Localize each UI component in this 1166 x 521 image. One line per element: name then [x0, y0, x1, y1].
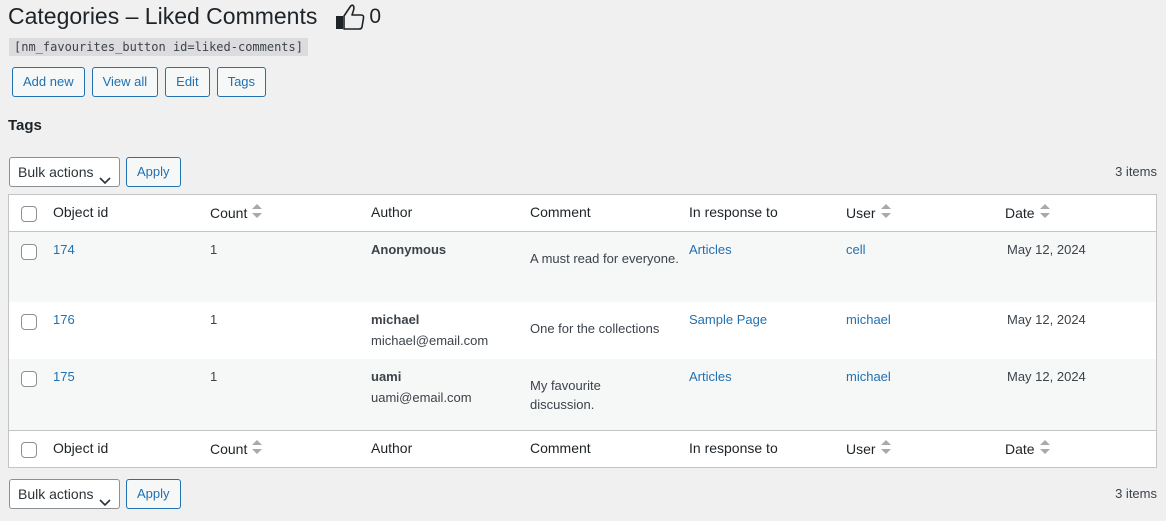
items-count: 3 items — [1115, 486, 1157, 501]
row-checkbox[interactable] — [21, 371, 37, 387]
bulk-actions-select[interactable]: Bulk actions — [9, 479, 120, 509]
date-value: May 12, 2024 — [1007, 369, 1086, 384]
select-all-checkbox[interactable] — [21, 442, 37, 458]
column-object-id: Object id — [53, 204, 109, 220]
apply-button[interactable]: Apply — [126, 479, 181, 509]
column-in-response-to: In response to — [689, 440, 778, 456]
chevron-down-icon — [99, 489, 111, 517]
author-cell: michael michael@email.com — [371, 312, 488, 348]
column-date-sort[interactable]: Date — [1005, 204, 1050, 221]
object-id-link[interactable]: 175 — [53, 369, 75, 384]
table-row: 174 1 Anonymous A must read for everyone… — [9, 232, 1156, 302]
author-cell: uami uami@email.com — [371, 369, 472, 405]
in-response-to-link[interactable]: Sample Page — [689, 312, 767, 327]
sort-icon — [1039, 440, 1050, 457]
in-response-to-link[interactable]: Articles — [689, 242, 732, 257]
bulk-actions-label: Bulk actions — [18, 486, 94, 502]
count-value: 1 — [210, 369, 218, 384]
items-count: 3 items — [1115, 164, 1157, 179]
row-checkbox[interactable] — [21, 314, 37, 330]
like-button[interactable] — [335, 3, 365, 30]
author-cell: Anonymous — [371, 242, 446, 257]
sort-icon — [880, 440, 891, 457]
column-date-sort[interactable]: Date — [1005, 440, 1050, 457]
comment-text: One for the collections — [530, 321, 660, 336]
author-email: uami@email.com — [371, 390, 472, 405]
column-count-sort[interactable]: Count — [210, 440, 263, 457]
column-date-label: Date — [1005, 440, 1035, 457]
sort-icon — [880, 204, 891, 221]
author-name: uami — [371, 369, 402, 384]
comments-table: Object id Count Author Comment In respon… — [8, 194, 1157, 468]
user-link[interactable]: cell — [846, 242, 866, 257]
like-count: 0 — [369, 5, 382, 28]
column-user-label: User — [846, 204, 876, 221]
sort-icon — [1039, 204, 1050, 221]
column-date-label: Date — [1005, 204, 1035, 221]
date-value: May 12, 2024 — [1007, 312, 1086, 327]
section-title: Tags — [8, 117, 42, 134]
column-comment: Comment — [530, 204, 591, 220]
in-response-to-link[interactable]: Articles — [689, 369, 732, 384]
row-checkbox[interactable] — [21, 244, 37, 260]
comment-text: A must read for everyone. — [530, 251, 679, 266]
column-comment: Comment — [530, 440, 591, 456]
tablenav-bottom: Bulk actions Apply 3 items — [9, 479, 1157, 509]
select-all-checkbox[interactable] — [21, 206, 37, 222]
sort-icon — [252, 440, 263, 457]
column-user-label: User — [846, 440, 876, 457]
action-buttons: Add new View all Edit Tags — [12, 67, 267, 97]
thumbs-up-icon — [335, 3, 365, 30]
tags-button[interactable]: Tags — [216, 67, 267, 97]
sort-icon — [252, 204, 263, 221]
column-author: Author — [371, 204, 413, 220]
column-in-response-to: In response to — [689, 204, 778, 220]
author-name: Anonymous — [371, 242, 447, 257]
page-header: Categories – Liked Comments 0 — [8, 2, 381, 31]
comment-text: My favourite discussion. — [530, 378, 601, 412]
table-footer: Object id Count Author Comment In respon… — [9, 430, 1156, 467]
table-header: Object id Count Author Comment In respon… — [9, 195, 1156, 232]
object-id-link[interactable]: 176 — [53, 312, 75, 327]
edit-button[interactable]: Edit — [165, 67, 210, 97]
table-row: 176 1 michael michael@email.com One for … — [9, 302, 1156, 359]
column-count-sort[interactable]: Count — [210, 204, 263, 221]
page: Categories – Liked Comments 0 [nm_favour… — [0, 0, 1166, 521]
column-count-label: Count — [210, 440, 248, 457]
date-value: May 12, 2024 — [1007, 242, 1086, 257]
chevron-down-icon — [99, 167, 111, 195]
shortcode: [nm_favourites_button id=liked-comments] — [9, 38, 308, 56]
page-title: Categories – Liked Comments — [8, 3, 318, 29]
bulk-actions-label: Bulk actions — [18, 164, 94, 180]
add-new-button[interactable]: Add new — [12, 67, 85, 97]
column-user-sort[interactable]: User — [846, 440, 891, 457]
column-object-id: Object id — [53, 440, 109, 456]
user-link[interactable]: michael — [846, 369, 891, 384]
count-value: 1 — [210, 242, 218, 257]
column-author: Author — [371, 440, 413, 456]
table-row: 175 1 uami uami@email.com My favourite d… — [9, 359, 1156, 430]
bulk-actions-select[interactable]: Bulk actions — [9, 157, 120, 187]
user-link[interactable]: michael — [846, 312, 891, 327]
author-name: michael — [371, 312, 420, 327]
apply-button[interactable]: Apply — [126, 157, 181, 187]
object-id-link[interactable]: 174 — [53, 242, 75, 257]
view-all-button[interactable]: View all — [91, 67, 159, 97]
column-user-sort[interactable]: User — [846, 204, 891, 221]
count-value: 1 — [210, 312, 218, 327]
column-count-label: Count — [210, 204, 248, 221]
tablenav-top: Bulk actions Apply 3 items — [9, 157, 1157, 187]
author-email: michael@email.com — [371, 333, 489, 348]
